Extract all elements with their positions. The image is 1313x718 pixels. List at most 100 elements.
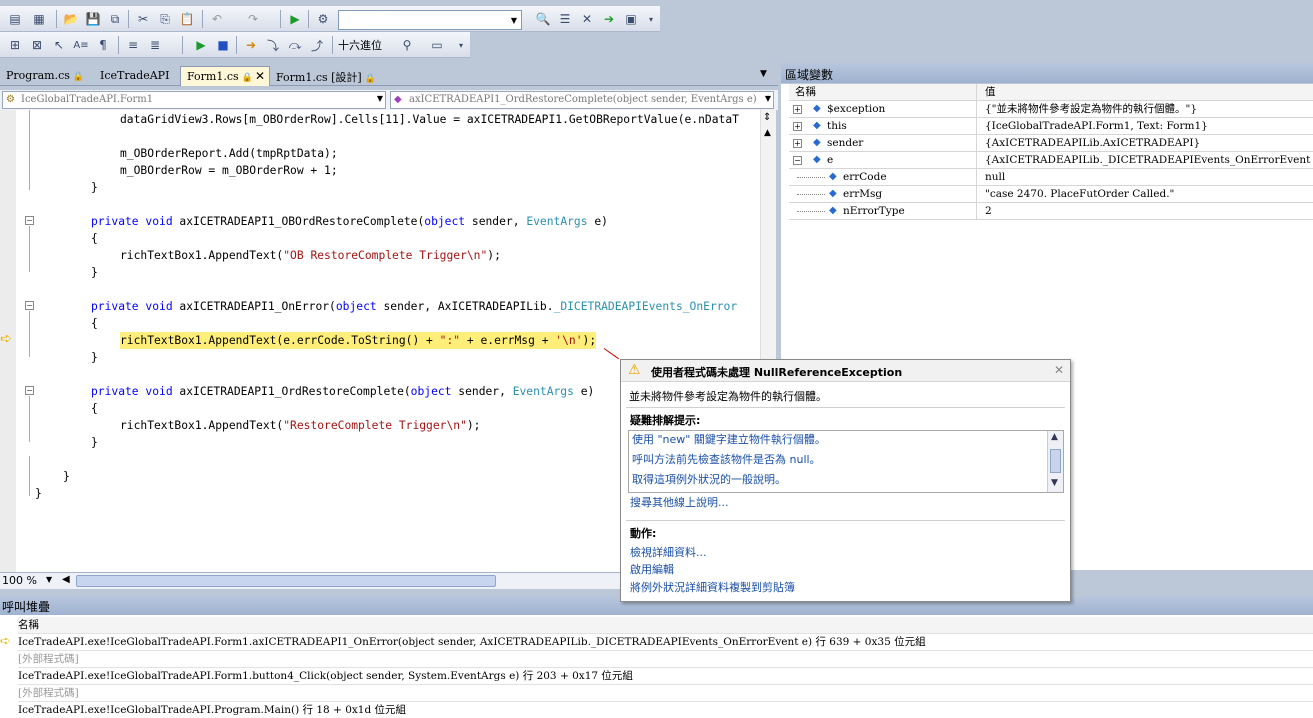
tips-heading: 疑難排解提示: bbox=[630, 414, 701, 427]
tip-link[interactable]: 取得這項例外狀況的一般說明。 bbox=[632, 471, 786, 487]
tab-program-cs[interactable]: Program.cs 🔒 bbox=[0, 66, 90, 86]
view-detail-link[interactable]: 檢視詳細資料... bbox=[630, 544, 707, 560]
continue-icon[interactable]: ▶ bbox=[192, 36, 210, 54]
font-icon[interactable]: A≡ bbox=[72, 36, 90, 54]
tab-form1-cs[interactable]: Form1.cs 🔒 ✕ bbox=[180, 66, 270, 86]
toolbar-separator bbox=[128, 10, 129, 28]
pointer-icon[interactable]: ↖ bbox=[50, 36, 68, 54]
show-next-statement-icon[interactable]: ➜ bbox=[242, 36, 260, 54]
column-header-name[interactable]: 名稱 bbox=[18, 619, 39, 631]
scroll-thumb[interactable] bbox=[1050, 449, 1061, 473]
import-icon[interactable]: ➔ bbox=[600, 10, 618, 28]
code-line: } bbox=[91, 436, 98, 449]
overflow-icon[interactable]: ▾ bbox=[452, 36, 470, 54]
callstack-row[interactable]: IceTradeAPI.exe!IceGlobalTradeAPI.Form1.… bbox=[18, 634, 1313, 651]
expand-icon[interactable]: + bbox=[793, 139, 802, 148]
search-online-link[interactable]: 搜尋其他線上說明... bbox=[630, 494, 729, 510]
scroll-down-icon[interactable]: ▼ bbox=[1051, 478, 1058, 488]
split-icon[interactable]: ⇕ bbox=[763, 112, 771, 123]
cut-icon[interactable]: ✂ bbox=[134, 10, 152, 28]
config-icon[interactable]: ⚙ bbox=[314, 10, 332, 28]
locals-title: 區域變數 bbox=[785, 68, 834, 82]
editor-horizontal-scrollbar[interactable] bbox=[76, 575, 496, 587]
tip-link[interactable]: 使用 "new" 關鍵字建立物件執行個體。 bbox=[632, 431, 826, 447]
locals-row[interactable]: ◆ errCode null bbox=[789, 169, 1313, 186]
locals-row[interactable]: ◆ errMsg "case 2470. PlaceFutOrder Called… bbox=[789, 186, 1313, 203]
redo-icon[interactable]: ↷ bbox=[244, 10, 262, 28]
locals-row[interactable]: + ◆ this {IceGlobalTradeAPI.Form1, Text: F… bbox=[789, 118, 1313, 135]
expand-icon[interactable]: + bbox=[793, 105, 802, 114]
step-icon[interactable]: ⊞ bbox=[6, 36, 24, 54]
paste-icon[interactable]: 📋 bbox=[178, 10, 196, 28]
save-icon[interactable]: 💾 bbox=[84, 10, 102, 28]
breakpoint-icon[interactable]: ⊠ bbox=[28, 36, 46, 54]
add-item-icon[interactable]: ▦ bbox=[30, 10, 48, 28]
scroll-up-icon[interactable]: ▲ bbox=[1051, 432, 1058, 442]
step-out-icon[interactable]: ⤴ bbox=[308, 36, 326, 54]
field-icon: ◆ bbox=[829, 188, 837, 199]
close-icon[interactable]: ✕ bbox=[255, 69, 265, 83]
properties-icon[interactable]: ☰ bbox=[556, 10, 574, 28]
actions-heading: 動作: bbox=[630, 527, 657, 540]
collapse-toggle[interactable]: − bbox=[25, 301, 34, 310]
callstack-row[interactable]: IceTradeAPI.exe!IceGlobalTradeAPI.Form1.… bbox=[18, 668, 1313, 685]
collapse-toggle[interactable]: − bbox=[25, 386, 34, 395]
copy-icon[interactable]: ⎘ bbox=[156, 10, 174, 28]
chevron-down-icon[interactable]: ▼ bbox=[507, 11, 521, 29]
hex-toggle[interactable]: 十六進位 bbox=[338, 37, 382, 53]
enable-editing-link[interactable]: 啟用編輯 bbox=[630, 561, 674, 577]
locals-row[interactable]: + ◆ sender {AxICETRADEAPILib.AxICETRADEAPI… bbox=[789, 135, 1313, 152]
overflow-icon[interactable]: ▾ bbox=[642, 10, 660, 28]
locals-row[interactable]: ◆ nErrorType 2 bbox=[789, 203, 1313, 220]
window-icon[interactable]: ▣ bbox=[622, 10, 640, 28]
new-project-icon[interactable]: ▤ bbox=[6, 10, 24, 28]
code-line: } bbox=[35, 487, 42, 500]
locals-row[interactable]: + ◆ $exception {"並未將物件參考設定為物件的執行個體。"} bbox=[789, 101, 1313, 118]
save-all-icon[interactable]: ⧉ bbox=[106, 10, 124, 28]
copy-exception-link[interactable]: 將例外狀況詳細資料複製到剪貼簿 bbox=[630, 579, 795, 595]
column-header-value[interactable]: 值 bbox=[985, 86, 996, 98]
close-icon[interactable]: ✕ bbox=[1054, 363, 1064, 377]
windows-icon[interactable]: ▭ bbox=[428, 36, 446, 54]
tab-icetradeapi[interactable]: IceTradeAPI bbox=[94, 66, 175, 86]
member-combo[interactable]: ◆ axICETRADEAPI1_OrdRestoreComplete(obje… bbox=[390, 91, 774, 109]
scroll-up-icon[interactable]: ▲ bbox=[764, 128, 771, 138]
lock-icon: 🔒 bbox=[241, 73, 253, 83]
code-line: } bbox=[91, 351, 98, 364]
tab-list-chevron-icon[interactable]: ▼ bbox=[760, 69, 767, 79]
locals-header: 名稱 值 bbox=[789, 84, 1313, 101]
collapse-toggle[interactable]: − bbox=[25, 216, 34, 225]
tip-link[interactable]: 呼叫方法前先檢查該物件是否為 null。 bbox=[632, 451, 821, 467]
open-file-icon[interactable]: 📂 bbox=[62, 10, 80, 28]
callstack-row[interactable]: [外部程式碼] bbox=[18, 651, 1313, 668]
code-line: m_OBOrderRow = m_OBOrderRow + 1; bbox=[120, 164, 338, 177]
tab-form1-design[interactable]: Form1.cs [設計] 🔒 bbox=[270, 66, 382, 86]
format-icon[interactable]: ¶ bbox=[94, 36, 112, 54]
code-line: { bbox=[91, 402, 98, 415]
outline-line bbox=[29, 226, 30, 272]
start-debug-icon[interactable]: ▶ bbox=[286, 10, 304, 28]
collapse-icon[interactable]: − bbox=[793, 156, 802, 165]
step-over-icon[interactable]: ⤼ bbox=[286, 36, 304, 54]
callstack-row[interactable]: IceTradeAPI.exe!IceGlobalTradeAPI.Progra… bbox=[18, 702, 1313, 718]
code-line: } bbox=[91, 266, 98, 279]
find-icon[interactable]: 🔍 bbox=[534, 10, 552, 28]
tips-scrollbar[interactable]: ▲ ▼ bbox=[1047, 431, 1063, 492]
scroll-left-icon[interactable]: ◀ bbox=[62, 574, 70, 585]
expand-icon[interactable]: + bbox=[793, 122, 802, 131]
tools-icon[interactable]: ✕ bbox=[578, 10, 596, 28]
threads-icon[interactable]: ⚲ bbox=[398, 36, 416, 54]
toolbar-separator bbox=[202, 10, 203, 28]
locals-row[interactable]: − ◆ e {AxICETRADEAPILib._DICETRADEAPIEvent… bbox=[789, 152, 1313, 169]
callstack-row[interactable]: [外部程式碼] bbox=[18, 685, 1313, 702]
class-combo[interactable]: ⚙ IceGlobalTradeAPI.Form1 ▼ bbox=[2, 91, 386, 109]
comment-icon[interactable]: ≡ bbox=[124, 36, 142, 54]
column-header-name[interactable]: 名稱 bbox=[795, 86, 816, 98]
step-into-icon[interactable]: ⤵ bbox=[264, 36, 282, 54]
undo-icon[interactable]: ↶ bbox=[208, 10, 226, 28]
zoom-level[interactable]: 100 % bbox=[2, 574, 37, 587]
zoom-chevron-icon[interactable]: ▼ bbox=[46, 575, 52, 584]
stop-icon[interactable]: ■ bbox=[214, 36, 232, 54]
uncomment-icon[interactable]: ≣ bbox=[146, 36, 164, 54]
solution-config-combo[interactable]: ▼ bbox=[338, 10, 522, 30]
